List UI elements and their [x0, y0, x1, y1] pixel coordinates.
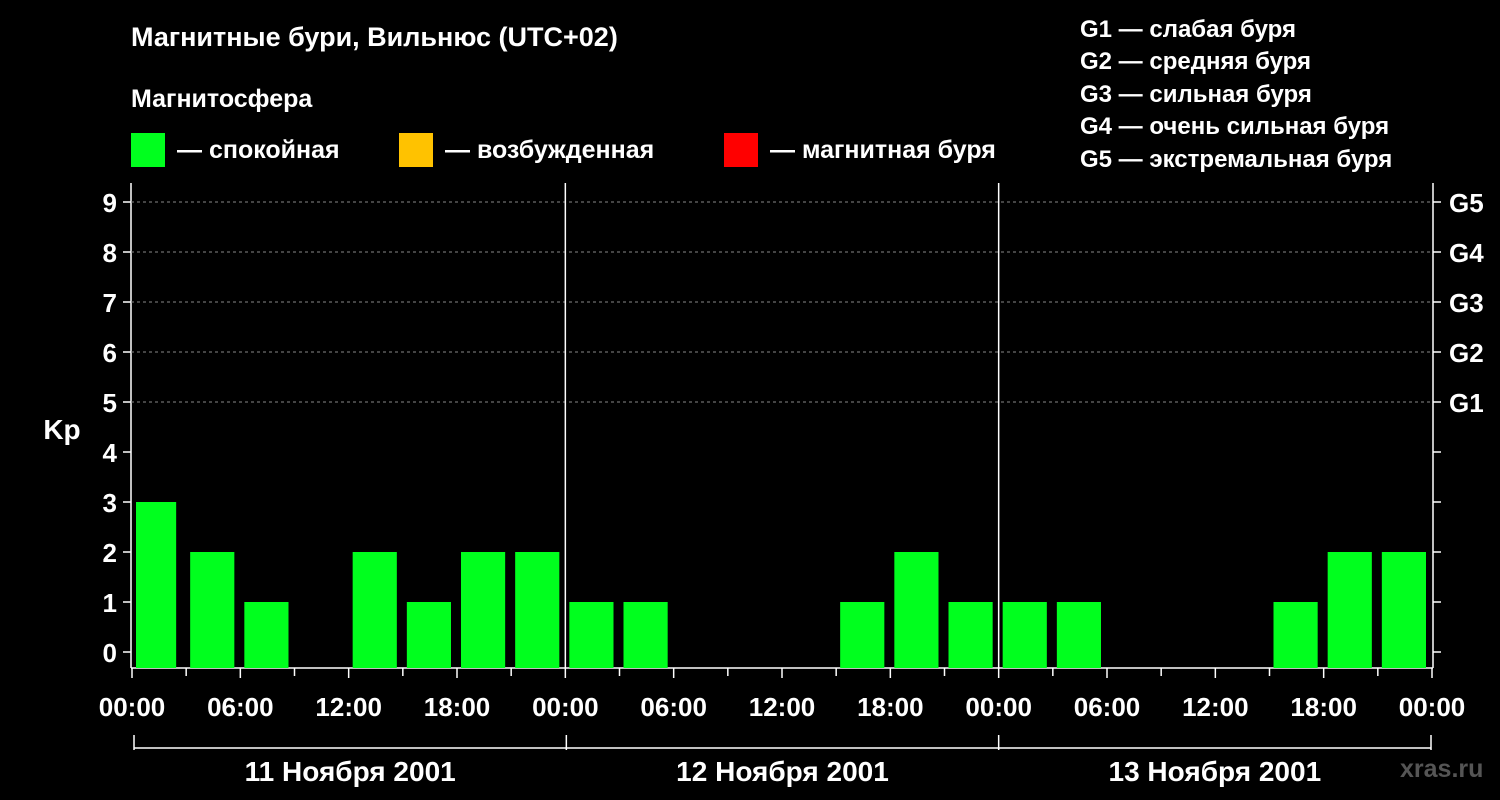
- y-tick-label: 6: [103, 338, 117, 368]
- g-level-label: G1: [1449, 388, 1484, 418]
- kp-bar: [461, 552, 506, 668]
- y-tick-label: 4: [103, 438, 118, 468]
- g-level-label: G2: [1449, 338, 1484, 368]
- x-tick-label: 06:00: [1074, 692, 1141, 722]
- x-tick-label: 18:00: [1290, 692, 1357, 722]
- kp-bar: [352, 552, 397, 668]
- kp-bar: [1002, 602, 1047, 668]
- y-tick-label: 7: [103, 288, 117, 318]
- y-tick-label: 8: [103, 238, 117, 268]
- g-level-label: G5: [1449, 188, 1484, 218]
- y-tick-label: 3: [103, 488, 117, 518]
- kp-bar: [948, 602, 993, 668]
- kp-bar: [190, 552, 235, 668]
- y-tick-label: 5: [103, 388, 117, 418]
- kp-bar: [894, 552, 939, 668]
- day-label: 13 Ноября 2001: [1109, 756, 1322, 787]
- kp-bar: [569, 602, 614, 668]
- x-tick-label: 00:00: [1399, 692, 1466, 722]
- kp-bar: [136, 502, 177, 668]
- x-tick-label: 06:00: [640, 692, 707, 722]
- kp-bar: [406, 602, 451, 668]
- kp-bar: [1056, 602, 1101, 668]
- x-tick-label: 00:00: [532, 692, 599, 722]
- kp-bar: [1327, 552, 1372, 668]
- kp-bar: [515, 552, 560, 668]
- y-axis-title: Kp: [43, 414, 80, 445]
- day-label: 11 Ноября 2001: [245, 756, 456, 787]
- y-tick-label: 9: [103, 188, 117, 218]
- site-watermark: xras.ru: [1400, 755, 1484, 783]
- kp-bar: [1273, 602, 1318, 668]
- x-tick-label: 00:00: [965, 692, 1032, 722]
- x-tick-label: 06:00: [207, 692, 274, 722]
- kp-bar: [623, 602, 668, 668]
- y-tick-label: 0: [103, 638, 117, 668]
- x-tick-label: 00:00: [99, 692, 166, 722]
- x-tick-label: 12:00: [1182, 692, 1249, 722]
- y-tick-label: 2: [103, 538, 117, 568]
- g-level-label: G4: [1449, 238, 1484, 268]
- kp-bar: [1381, 552, 1426, 668]
- kp-bar: [244, 602, 289, 668]
- day-label: 12 Ноября 2001: [676, 756, 889, 787]
- kp-bar-chart: G1 G2 G3 G4 G5 0 1 2 3 4 5 6 7 8 9 Kp 00:00 06:00 12:00 18:…: [43, 183, 1484, 787]
- x-tick-label: 12:00: [315, 692, 382, 722]
- x-tick-label: 18:00: [857, 692, 924, 722]
- x-tick-label: 12:00: [749, 692, 816, 722]
- kp-bar: [840, 602, 885, 668]
- x-tick-label: 18:00: [424, 692, 491, 722]
- g-level-label: G3: [1449, 288, 1484, 318]
- y-tick-label: 1: [103, 588, 117, 618]
